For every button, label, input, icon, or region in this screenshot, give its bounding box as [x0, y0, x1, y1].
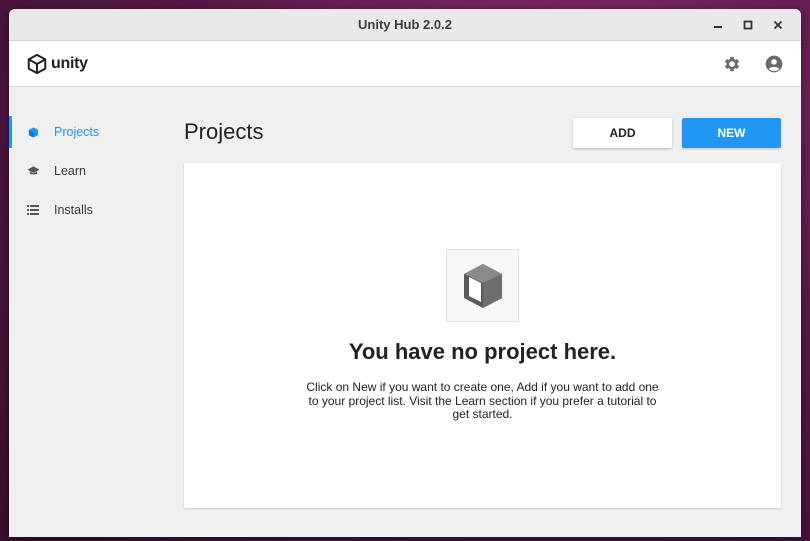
window-controls: [703, 9, 793, 41]
app-header: unity: [9, 41, 801, 87]
unity-logo: unity: [26, 53, 88, 75]
maximize-icon: [743, 20, 753, 30]
sidebar-item-installs[interactable]: Installs: [9, 191, 169, 229]
account-icon: [765, 55, 783, 73]
gear-icon: [724, 56, 740, 72]
maximize-button[interactable]: [733, 13, 763, 37]
sidebar-item-label: Projects: [54, 125, 100, 139]
empty-state-illustration: [446, 249, 519, 322]
minimize-button[interactable]: [703, 13, 733, 37]
list-icon: [26, 203, 40, 217]
page-title: Projects: [184, 119, 264, 144]
cube-icon: [463, 263, 502, 308]
sidebar-item-projects[interactable]: Projects: [9, 113, 169, 151]
account-button[interactable]: [762, 52, 786, 76]
minimize-icon: [714, 26, 722, 28]
projects-panel: You have no project here. Click on New i…: [184, 163, 781, 508]
close-button[interactable]: [763, 13, 793, 37]
app-window: Unity Hub 2.0.2 unity Projects Learn Ins…: [9, 9, 801, 537]
settings-button[interactable]: [720, 52, 744, 76]
sidebar-item-label: Installs: [54, 203, 93, 217]
window-title: Unity Hub 2.0.2: [358, 17, 452, 32]
new-project-button[interactable]: NEW: [682, 118, 781, 148]
add-project-button[interactable]: ADD: [573, 118, 672, 148]
header-actions: [702, 52, 786, 76]
sidebar: Projects Learn Installs: [9, 88, 169, 537]
title-bar[interactable]: Unity Hub 2.0.2: [9, 9, 801, 41]
sidebar-item-label: Learn: [54, 164, 86, 178]
logo-text: unity: [51, 54, 88, 72]
cube-icon: [26, 125, 40, 139]
unity-logo-icon: [27, 53, 47, 74]
graduation-cap-icon: [26, 164, 40, 178]
sidebar-item-learn[interactable]: Learn: [9, 152, 169, 190]
sidebar-nav: Projects Learn Installs: [9, 113, 169, 229]
empty-state-description: Click on New if you want to create one, …: [306, 380, 659, 421]
close-icon: [773, 20, 783, 30]
empty-state-title: You have no project here.: [348, 339, 617, 364]
